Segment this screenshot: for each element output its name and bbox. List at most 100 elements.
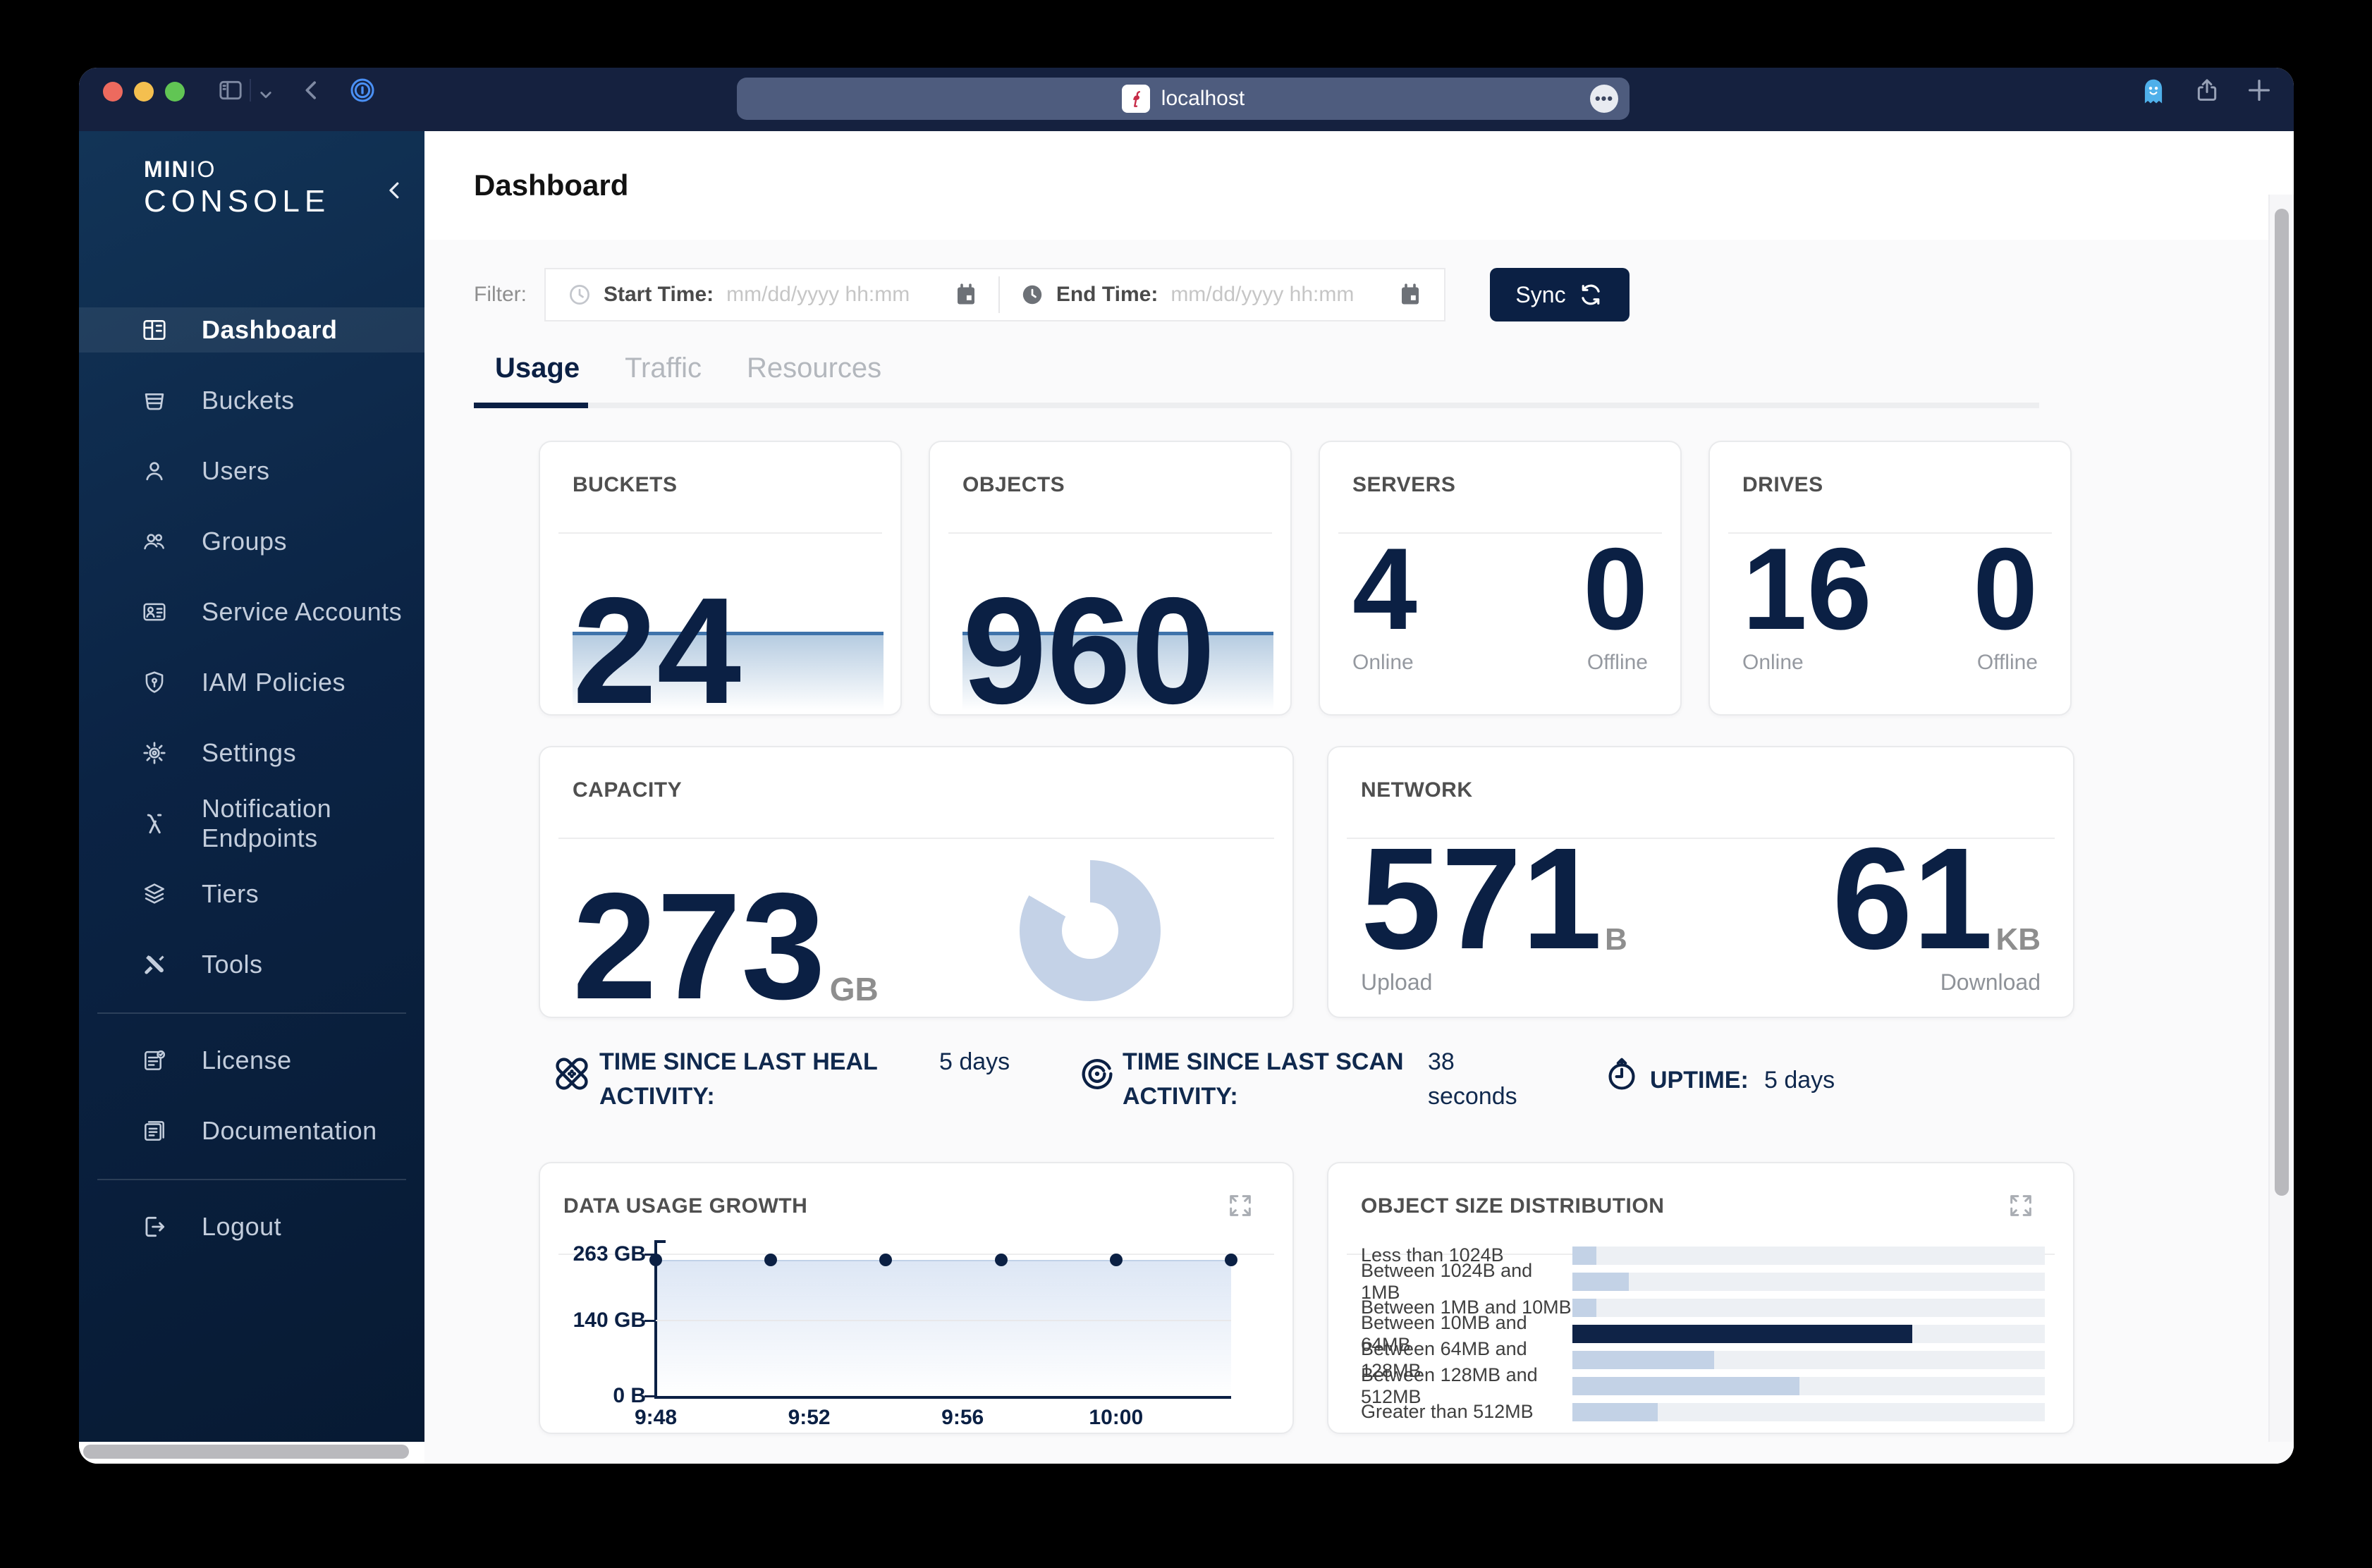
- chevron-down-icon[interactable]: [255, 80, 276, 109]
- y-tick-label: 263 GB: [573, 1242, 646, 1266]
- uptime-value: 5 days: [1764, 1063, 1835, 1098]
- logo-min: MIN: [144, 157, 190, 182]
- vertical-scrollbar[interactable]: [2275, 209, 2289, 1196]
- sidebar-item-label: License: [202, 1046, 292, 1075]
- expand-icon[interactable]: [1226, 1192, 1254, 1220]
- filter-divider: [998, 276, 1000, 313]
- sidebar-item-buckets[interactable]: Buckets: [79, 378, 424, 423]
- expand-icon[interactable]: [2007, 1192, 2035, 1220]
- horizontal-scrollbar[interactable]: [83, 1445, 409, 1459]
- buckets-icon: [141, 387, 168, 414]
- bar-row: Between 128MB and 512MB: [1361, 1373, 2045, 1399]
- bar-fill: [1572, 1377, 1799, 1395]
- traffic-light-minimize[interactable]: [134, 82, 154, 102]
- chart-title: OBJECT SIZE DISTRIBUTION: [1361, 1194, 1664, 1218]
- sidebar-toggle-icon[interactable]: [216, 76, 245, 104]
- objects-card: OBJECTS 960: [929, 441, 1292, 716]
- sidebar-divider: [97, 1179, 406, 1180]
- ghostery-icon[interactable]: [2138, 76, 2169, 107]
- download-label: Download: [1940, 969, 2041, 996]
- data-point: [649, 1254, 662, 1266]
- bar-fill: [1572, 1273, 1629, 1291]
- x-tick-label: 9:56: [941, 1406, 984, 1430]
- bar-track: [1572, 1325, 2045, 1343]
- data-point: [995, 1254, 1008, 1266]
- main-area: Dashboard Filter: Start Time: mm/dd/yyyy…: [424, 131, 2294, 1464]
- traffic-light-zoom[interactable]: [165, 82, 185, 102]
- sidebar-item-iam-policies[interactable]: IAM Policies: [79, 660, 424, 705]
- bar-chart: Less than 1024BBetween 1024B and 1MBBetw…: [1361, 1242, 2045, 1425]
- uptime-label: UPTIME:: [1650, 1063, 1749, 1098]
- sidebar-item-users[interactable]: Users: [79, 448, 424, 494]
- bar-track: [1572, 1351, 2045, 1369]
- onepassword-icon[interactable]: [348, 76, 377, 104]
- sidebar-item-dashboard[interactable]: Dashboard: [79, 307, 424, 353]
- sidebar-item-label: Tools: [202, 950, 263, 979]
- chart-title: DATA USAGE GROWTH: [563, 1194, 807, 1218]
- heal-label: TIME SINCE LAST HEAL ACTIVITY:: [599, 1045, 881, 1115]
- url-text: localhost: [1161, 87, 1245, 111]
- tools-icon: [141, 951, 168, 978]
- capacity-donut-chart: [1020, 860, 1161, 1001]
- sidebar-item-label: Notification Endpoints: [202, 794, 424, 853]
- collapse-sidebar-icon[interactable]: [382, 178, 408, 203]
- card-title: BUCKETS: [573, 473, 678, 497]
- sidebar-items: Dashboard Buckets Users Groups Service Accou…: [79, 307, 424, 1275]
- back-icon[interactable]: [298, 76, 326, 104]
- sidebar-item-documentation[interactable]: Documentation: [79, 1108, 424, 1153]
- sidebar-item-label: Documentation: [202, 1116, 377, 1146]
- calendar-icon[interactable]: [1398, 282, 1423, 307]
- line-chart: 263 GB140 GB0 B9:489:529:5610:00: [656, 1254, 1231, 1396]
- sidebar-item-service-accounts[interactable]: Service Accounts: [79, 589, 424, 635]
- servers-online-count: 4: [1352, 542, 1417, 635]
- dashboard-icon: [141, 317, 168, 343]
- x-tick-label: 9:52: [788, 1406, 831, 1430]
- end-time-input[interactable]: mm/dd/yyyy hh:mm: [1170, 283, 1398, 307]
- tab-resources[interactable]: Resources: [747, 353, 881, 403]
- plus-icon[interactable]: [2245, 76, 2273, 104]
- share-icon[interactable]: [2193, 76, 2221, 104]
- traffic-light-close[interactable]: [103, 82, 123, 102]
- capacity-unit: GB: [830, 973, 879, 1005]
- sidebar-item-logout[interactable]: Logout: [79, 1204, 424, 1249]
- sidebar-item-tiers[interactable]: Tiers: [79, 871, 424, 917]
- x-tick-label: 10:00: [1089, 1406, 1143, 1430]
- tab-usage[interactable]: Usage: [495, 353, 580, 403]
- sidebar-item-label: Service Accounts: [202, 597, 402, 627]
- data-point: [1110, 1254, 1123, 1266]
- capacity-card: CAPACITY 273 GB: [539, 746, 1294, 1018]
- tab-traffic[interactable]: Traffic: [625, 353, 702, 403]
- bar-fill: [1572, 1299, 1596, 1317]
- upload-label: Upload: [1361, 969, 1627, 996]
- page-options-icon[interactable]: •••: [1590, 85, 1618, 113]
- filter-label: Filter:: [474, 283, 544, 307]
- bar-fill: [1572, 1247, 1596, 1265]
- sidebar-item-tools[interactable]: Tools: [79, 942, 424, 987]
- network-card: NETWORK 571 B Upload 61 K: [1327, 746, 2074, 1018]
- sidebar-divider: [97, 1012, 406, 1014]
- sidebar-item-license[interactable]: License: [79, 1038, 424, 1083]
- y-tick-label: 140 GB: [573, 1309, 646, 1333]
- service-accounts-icon: [141, 599, 168, 625]
- servers-card: SERVERS 4 Online 0 Offline: [1319, 441, 1682, 716]
- sync-button[interactable]: Sync: [1490, 268, 1630, 321]
- start-time-input[interactable]: mm/dd/yyyy hh:mm: [726, 283, 953, 307]
- buckets-card: BUCKETS 24: [539, 441, 902, 716]
- page-header: Dashboard: [424, 131, 2294, 240]
- scan-icon: [1078, 1055, 1116, 1093]
- address-bar[interactable]: localhost •••: [737, 78, 1630, 120]
- bar-track: [1572, 1403, 2045, 1421]
- sidebar-item-groups[interactable]: Groups: [79, 519, 424, 564]
- sidebar-item-label: Users: [202, 456, 270, 486]
- data-point: [1225, 1254, 1237, 1266]
- x-tick-label: 9:48: [635, 1406, 677, 1430]
- buckets-count: 24: [573, 590, 741, 711]
- users-icon: [141, 458, 168, 484]
- y-tick-label: 0 B: [613, 1384, 646, 1408]
- tiers-icon: [141, 881, 168, 907]
- sidebar-item-label: Dashboard: [202, 315, 338, 345]
- sidebar-item-notification-endpoints[interactable]: Notification Endpoints: [79, 801, 424, 846]
- calendar-icon[interactable]: [953, 282, 979, 307]
- sidebar-item-label: Settings: [202, 738, 296, 768]
- sidebar-item-settings[interactable]: Settings: [79, 730, 424, 776]
